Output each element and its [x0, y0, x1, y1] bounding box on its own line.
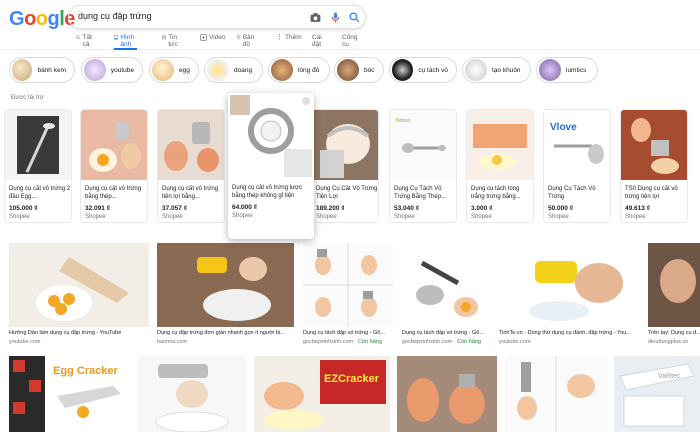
result-image	[505, 356, 608, 432]
product-card[interactable]: Nobux Dụng Cụ Tách Vỏ Trứng Bằng Thép...…	[389, 109, 457, 223]
image-result[interactable]: Hướng Dẫn làm dụng cụ đập trứng - YouTub…	[9, 243, 149, 347]
result-image	[397, 356, 497, 432]
tab-images[interactable]: Hình ảnh	[114, 31, 137, 50]
product-image	[621, 110, 687, 180]
google-logo[interactable]: Google	[9, 8, 75, 31]
video-icon	[200, 34, 207, 41]
result-image: VaRtec	[614, 356, 700, 432]
search-input[interactable]: dụng cụ đập trứng	[78, 11, 152, 21]
chip-thumbnail	[539, 59, 561, 81]
product-card-hovered[interactable]: Dụng cụ cắt vỏ trứng lược bằng thép khôn…	[228, 93, 314, 239]
svg-text:Nobux: Nobux	[396, 118, 411, 124]
product-card[interactable]: Dụng Cụ Cắt Vỏ Trứng Tiện Lợi 189.200 ₫ …	[311, 109, 379, 223]
result-image: Egg Cracker	[9, 356, 131, 432]
result-image	[499, 243, 638, 327]
header: Google dụng cụ đập trứng Tất cả Hình ảnh…	[0, 0, 700, 50]
svg-text:Vlove: Vlove	[550, 122, 577, 133]
egg-cracker-logo: Egg Cracker	[53, 365, 119, 377]
image-result[interactable]: VaRtec	[614, 356, 700, 432]
tab-maps[interactable]: Bản đồ	[236, 31, 257, 50]
tab-news[interactable]: Tin tức	[162, 31, 180, 50]
chip-thumbnail	[337, 59, 359, 81]
product-image	[81, 110, 147, 180]
image-result[interactable]	[397, 356, 497, 432]
image-result[interactable]: EZCracker	[254, 356, 390, 432]
image-result[interactable]: Trên tay: Dụng cụ đ... dieudungplus.vn	[648, 243, 700, 347]
camera-icon[interactable]	[309, 11, 322, 24]
microphone-icon[interactable]	[329, 11, 342, 24]
map-pin-icon	[236, 35, 240, 40]
image-result[interactable]: Dụng cụ tách đập vỏ trứng - Gổ... gocbep…	[303, 243, 393, 347]
product-image	[228, 93, 314, 179]
search-box[interactable]: dụng cụ đập trứng	[68, 5, 366, 29]
chip-thumbnail	[152, 59, 174, 81]
product-card[interactable]: Dụng cụ cắt vỏ trứng tiện lợi bằng... 37…	[157, 109, 225, 223]
search-icon[interactable]	[348, 11, 361, 24]
product-image	[312, 110, 378, 180]
chip-youtube[interactable]: youtube	[81, 57, 143, 83]
chip-thumbnail	[465, 59, 487, 81]
product-card[interactable]: TS0 Dụng cụ cắt vỏ trứng tiện lợi 49.613…	[620, 109, 688, 223]
product-image: Nobux	[390, 110, 456, 180]
chip-banh-kem[interactable]: bánh kem	[9, 57, 75, 83]
product-card[interactable]: Dụng cụ tách lòng trắng trứng bằng... 3.…	[466, 109, 534, 223]
chip-thumbnail	[12, 59, 33, 81]
tab-video[interactable]: Video	[200, 31, 226, 50]
image-icon	[114, 35, 119, 40]
tab-more[interactable]: ⋮ Thêm	[276, 31, 302, 50]
ezcracker-logo: EZCracker	[324, 373, 380, 385]
tab-tools[interactable]: Công cụ	[342, 31, 358, 50]
image-result[interactable]: Dụng cụ tách đập vỏ trứng - Gổ... gocbep…	[402, 243, 492, 347]
product-image: Vlove	[544, 110, 610, 180]
result-image: EZCracker	[254, 356, 390, 432]
product-image	[467, 110, 533, 180]
chip-egg[interactable]: egg	[149, 57, 199, 83]
result-image	[9, 243, 149, 327]
image-result[interactable]	[505, 356, 608, 432]
chip-thumbnail	[392, 59, 414, 81]
sponsored-label: Được tài trợ	[11, 95, 44, 101]
chip-thumbnail	[84, 59, 106, 81]
image-result[interactable]: Dụng cụ đập trứng đơn giản nhanh gọn ít …	[157, 243, 294, 347]
product-image	[5, 110, 71, 180]
search-small-icon	[76, 35, 81, 40]
product-image	[158, 110, 224, 180]
chip-lumtics[interactable]: lumtics	[536, 57, 598, 83]
tab-all[interactable]: Tất cả	[76, 31, 94, 50]
more-dots-icon: ⋮	[276, 34, 283, 41]
chip-tao-khuon[interactable]: tạo khuôn	[462, 57, 531, 83]
chip-thumbnail	[207, 59, 229, 81]
result-image	[157, 243, 294, 327]
svg-text:VaRtec: VaRtec	[658, 373, 681, 380]
product-card[interactable]: Dụng cụ cắt vỏ trứng bằng thép... 32.091…	[80, 109, 148, 223]
chip-boc[interactable]: bóc	[334, 57, 384, 83]
result-image	[402, 243, 492, 327]
result-image	[303, 243, 393, 327]
result-image	[138, 356, 246, 432]
chip-long-do[interactable]: lòng đỏ	[268, 57, 330, 83]
chip-doang[interactable]: doang	[204, 57, 263, 83]
image-result[interactable]	[138, 356, 246, 432]
image-result[interactable]: TinhTe.vn - Dùng thử dụng cụ đánh, đập t…	[499, 243, 638, 347]
chip-cu-tach-vo[interactable]: cụ tách vỏ	[389, 57, 457, 83]
tab-settings[interactable]: Cài đặt	[312, 31, 322, 50]
news-icon	[162, 35, 167, 40]
result-image	[648, 243, 700, 327]
image-result[interactable]: Egg Cracker	[9, 356, 131, 432]
product-card[interactable]: Dụng cụ cắt vỏ trứng 2 đầu Egg... 105.00…	[4, 109, 72, 223]
product-card[interactable]: Vlove Dụng Cụ Tách Vỏ Trứng 50.000 ₫ Sho…	[543, 109, 611, 223]
chip-thumbnail	[271, 59, 293, 81]
